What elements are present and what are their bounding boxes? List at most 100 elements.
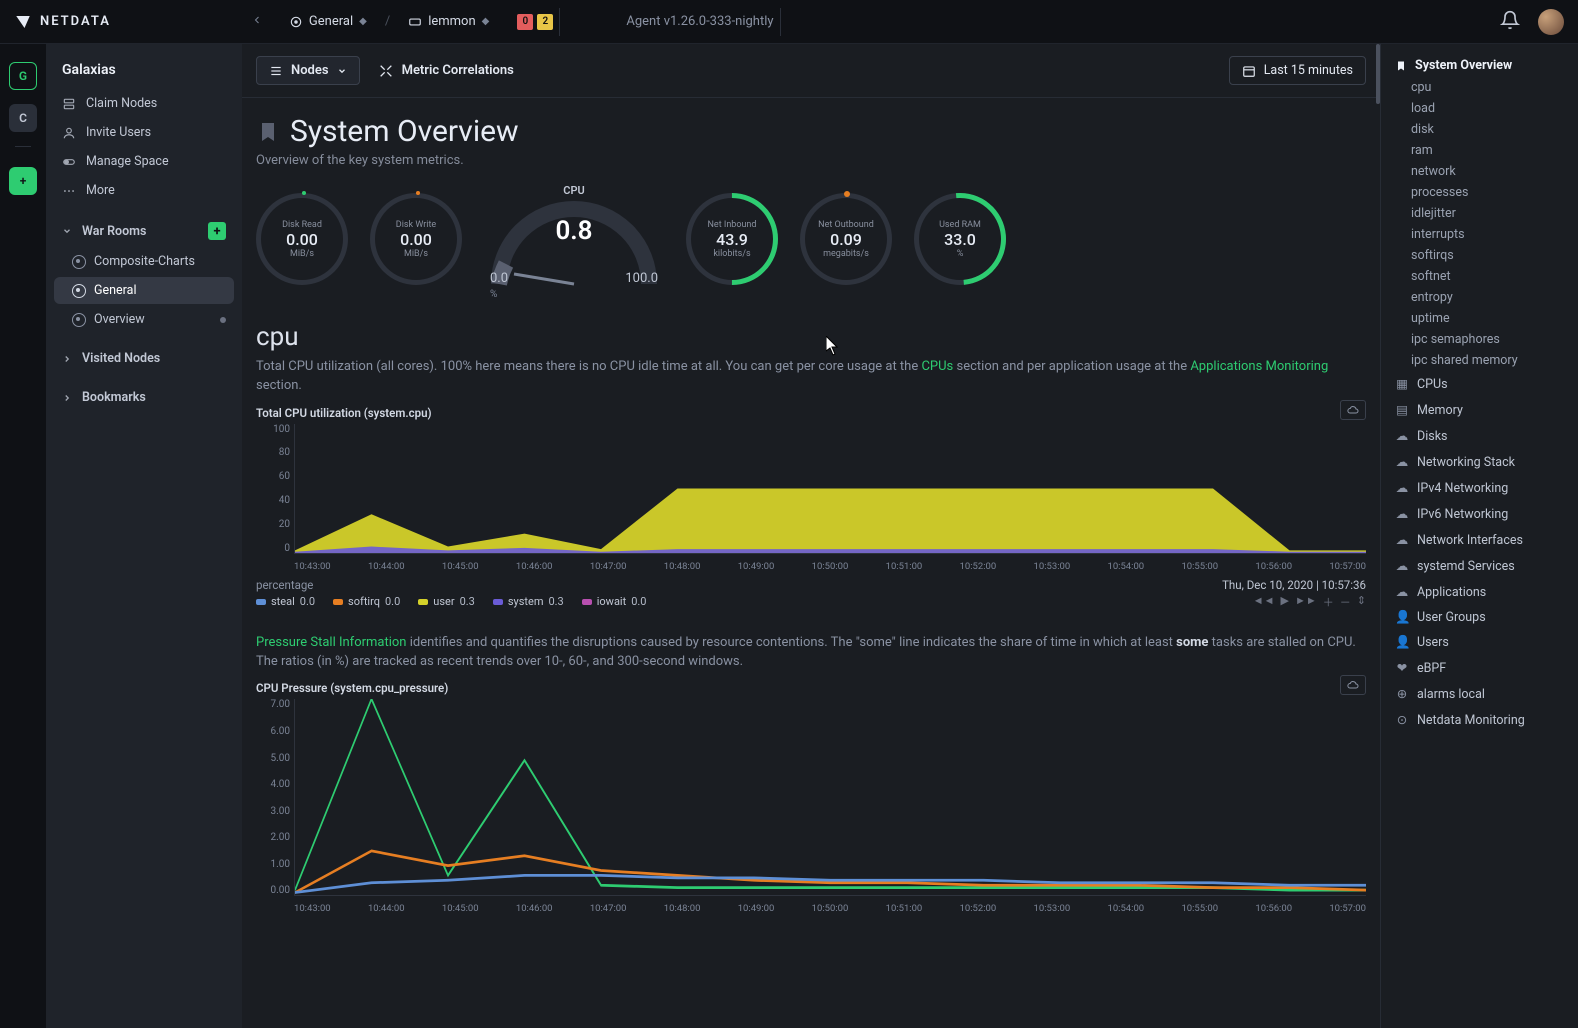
- sidebar-item-more[interactable]: More: [54, 177, 234, 204]
- toc-cat-systemd-services[interactable]: ☁systemd Services: [1389, 553, 1570, 579]
- play-icon[interactable]: ▶: [1281, 594, 1289, 610]
- agent-version: Agent v1.26.0-333-nightly: [626, 14, 773, 29]
- visited-nodes-header[interactable]: Visited Nodes: [54, 345, 234, 372]
- toc-cat-cpus[interactable]: ▦CPUs: [1389, 371, 1570, 397]
- sidebar-item-label: More: [86, 183, 115, 198]
- alarm-critical-badge[interactable]: 0: [517, 14, 533, 30]
- space-tile[interactable]: C: [9, 104, 37, 132]
- toc-cat-ipv4-networking[interactable]: ☁IPv4 Networking: [1389, 475, 1570, 501]
- swatch-icon: [582, 599, 592, 605]
- toc-sub-processes[interactable]: processes: [1389, 182, 1570, 203]
- user-avatar[interactable]: [1538, 9, 1564, 35]
- toc-sub-ipc-shared-memory[interactable]: ipc shared memory: [1389, 350, 1570, 371]
- toc-sub-network[interactable]: network: [1389, 161, 1570, 182]
- toc-cat-disks[interactable]: ☁Disks: [1389, 423, 1570, 449]
- alarm-badges[interactable]: 0 2: [517, 14, 553, 30]
- caret-icon: ◆: [482, 16, 490, 27]
- toc-cat-network-interfaces[interactable]: ☁Network Interfaces: [1389, 527, 1570, 553]
- brand-text: NETDATA: [40, 14, 111, 29]
- nodes-dropdown[interactable]: Nodes: [256, 56, 360, 85]
- legend-item-iowait[interactable]: iowait 0.0: [582, 595, 647, 608]
- chart-system-cpu[interactable]: 100806040200 10:43:0010:44:0010:45:0010:…: [256, 424, 1366, 572]
- room-item-general[interactable]: General: [54, 277, 234, 304]
- gauge-cpu[interactable]: CPU 0.8 0.0 100.0 %: [484, 184, 664, 294]
- divider: [780, 8, 781, 36]
- toc-sub-load[interactable]: load: [1389, 98, 1570, 119]
- sidebar-item-manage-space[interactable]: Manage Space: [54, 148, 234, 175]
- chart-cpu-pressure[interactable]: 7.006.005.004.003.002.001.000.00 10:43:0…: [256, 699, 1366, 914]
- war-rooms-header[interactable]: War Rooms +: [54, 216, 234, 246]
- page-title: System Overview: [290, 114, 519, 149]
- legend-item-system[interactable]: system 0.3: [493, 595, 564, 608]
- metric-correlations-button[interactable]: Metric Correlations: [378, 63, 514, 79]
- divider: [15, 146, 31, 147]
- scrollbar[interactable]: [1376, 44, 1380, 104]
- zoom-in-icon[interactable]: ＋: [1323, 594, 1334, 610]
- legend-item-user[interactable]: user 0.3: [418, 595, 475, 608]
- toc-sub-disk[interactable]: disk: [1389, 119, 1570, 140]
- notifications-button[interactable]: [1500, 10, 1520, 34]
- toc-cat-alarms-local[interactable]: ⊕alarms local: [1389, 681, 1570, 707]
- cat-icon: ▦: [1395, 376, 1409, 392]
- room-item-composite-charts[interactable]: Composite-Charts: [54, 248, 234, 275]
- add-space-button[interactable]: +: [9, 167, 37, 195]
- toc-cat-applications[interactable]: ☁Applications: [1389, 579, 1570, 605]
- toc-active-section[interactable]: System Overview: [1389, 54, 1570, 77]
- brand-logo[interactable]: NETDATA: [14, 13, 111, 31]
- toc-sub-interrupts[interactable]: interrupts: [1389, 224, 1570, 245]
- gauge-used-ram[interactable]: Used RAM 33.0 %: [914, 193, 1006, 285]
- toc-sub-entropy[interactable]: entropy: [1389, 287, 1570, 308]
- space-tile-active[interactable]: G: [9, 62, 37, 90]
- target-icon: [289, 15, 303, 29]
- sidebar-item-claim-nodes[interactable]: Claim Nodes: [54, 90, 234, 117]
- calendar-icon: [1242, 64, 1256, 78]
- toc-sub-softirqs[interactable]: softirqs: [1389, 245, 1570, 266]
- toc-cat-ebpf[interactable]: ❤eBPF: [1389, 655, 1570, 681]
- toc-sub-ram[interactable]: ram: [1389, 140, 1570, 161]
- plot-area[interactable]: [294, 424, 1366, 554]
- resize-icon[interactable]: ⇕: [1357, 594, 1366, 610]
- nodes-label: Nodes: [291, 63, 329, 78]
- node-selector[interactable]: lemmon ◆: [400, 10, 497, 33]
- alarm-warning-badge[interactable]: 2: [537, 14, 553, 30]
- sidebar-item-invite-users[interactable]: Invite Users: [54, 119, 234, 146]
- toc-sub-idlejitter[interactable]: idlejitter: [1389, 203, 1570, 224]
- link-applications-monitoring[interactable]: Applications Monitoring: [1190, 359, 1328, 374]
- chevron-down-icon: [62, 226, 72, 236]
- time-range-button[interactable]: Last 15 minutes: [1229, 56, 1366, 85]
- swatch-icon: [493, 599, 503, 605]
- toc-cat-user-groups[interactable]: 👤User Groups: [1389, 605, 1570, 630]
- toc-cat-networking-stack[interactable]: ☁Networking Stack: [1389, 449, 1570, 475]
- collapse-sidebar-button[interactable]: [251, 14, 263, 30]
- link-cpus[interactable]: CPUs: [921, 359, 953, 374]
- divider: [559, 8, 560, 36]
- add-war-room-button[interactable]: +: [208, 222, 226, 240]
- toc-sub-uptime[interactable]: uptime: [1389, 308, 1570, 329]
- gauge-disk-write[interactable]: Disk Write 0.00 MiB/s: [370, 193, 462, 285]
- toc-cat-users[interactable]: 👤Users: [1389, 630, 1570, 655]
- toc-sub-ipc-semaphores[interactable]: ipc semaphores: [1389, 329, 1570, 350]
- toc-sub-softnet[interactable]: softnet: [1389, 266, 1570, 287]
- section-desc-cpu: Total CPU utilization (all cores). 100% …: [242, 358, 1380, 396]
- plot-area[interactable]: [294, 699, 1366, 896]
- bookmarks-header[interactable]: Bookmarks: [54, 384, 234, 411]
- toc-cat-netdata-monitoring[interactable]: ⊙Netdata Monitoring: [1389, 707, 1570, 733]
- rewind-icon[interactable]: ◄◄: [1253, 594, 1275, 610]
- legend-item-softirq[interactable]: softirq 0.0: [333, 595, 400, 608]
- gauge-net-outbound[interactable]: Net Outbound 0.09 megabits/s: [800, 193, 892, 285]
- toc-sub-cpu[interactable]: cpu: [1389, 77, 1570, 98]
- sidebar-item-label: Claim Nodes: [86, 96, 157, 111]
- legend-item-steal[interactable]: steal 0.0: [256, 595, 315, 608]
- chart-menu-button[interactable]: [1340, 400, 1366, 420]
- room-item-overview[interactable]: Overview: [54, 306, 234, 333]
- gauge-disk-read[interactable]: Disk Read 0.00 MiB/s: [256, 193, 348, 285]
- forward-icon[interactable]: ►►: [1295, 594, 1317, 610]
- link-psi[interactable]: Pressure Stall Information: [256, 635, 407, 650]
- toc-cat-ipv6-networking[interactable]: ☁IPv6 Networking: [1389, 501, 1570, 527]
- sidebar: Galaxias Claim Nodes Invite Users Manage…: [46, 44, 242, 1028]
- room-selector[interactable]: General ◆: [281, 10, 375, 33]
- chart-menu-button[interactable]: [1340, 675, 1366, 695]
- toc-cat-memory[interactable]: ▤Memory: [1389, 397, 1570, 423]
- zoom-out-icon[interactable]: －: [1340, 594, 1351, 610]
- gauge-net-inbound[interactable]: Net Inbound 43.9 kilobits/s: [686, 193, 778, 285]
